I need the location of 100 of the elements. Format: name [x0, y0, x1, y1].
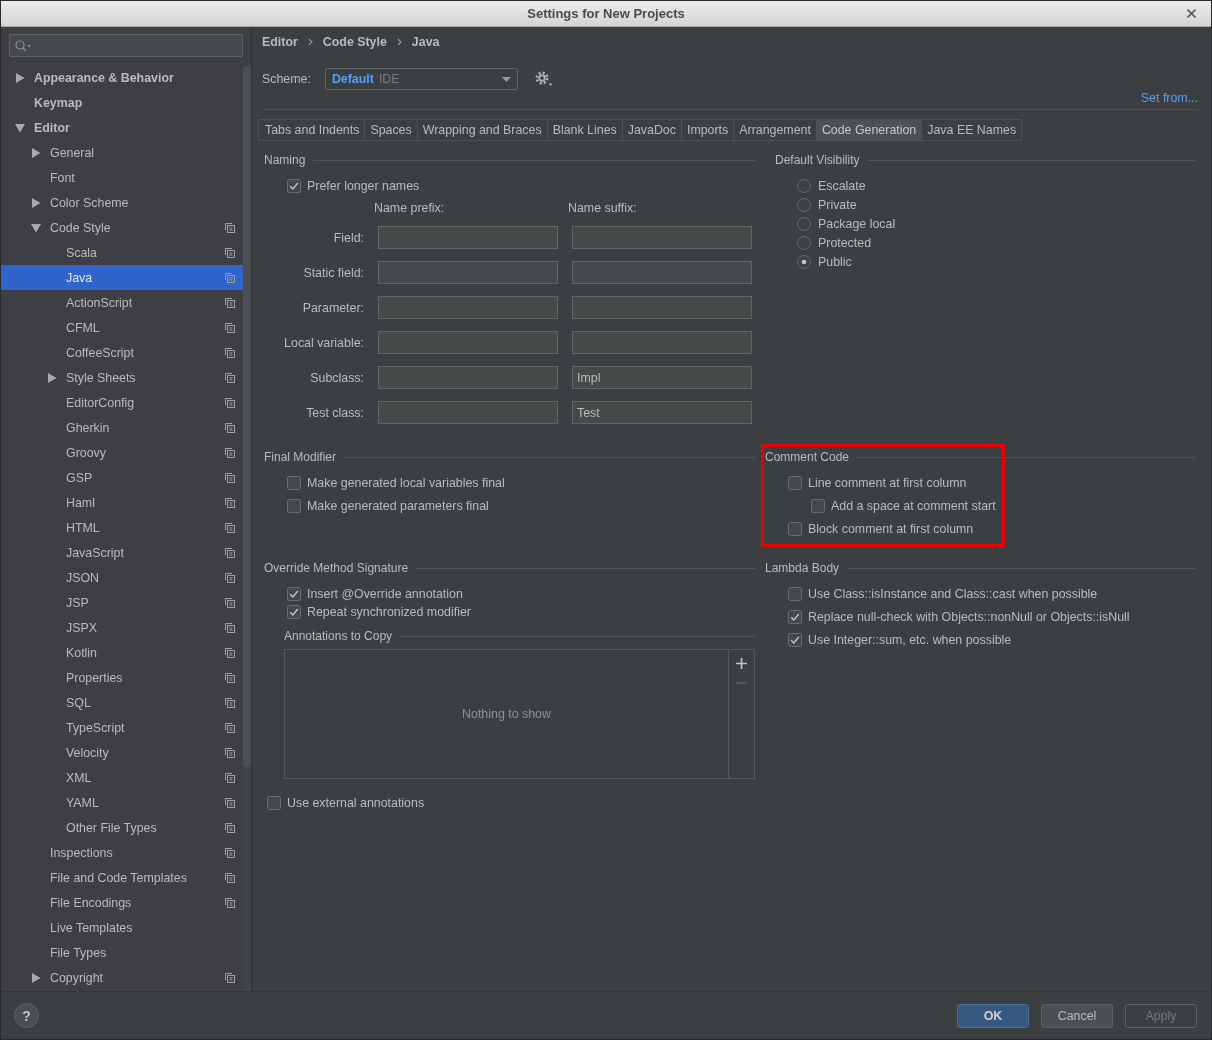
tree-item[interactable]: JavaScript — [1, 540, 243, 565]
checkbox[interactable] — [267, 796, 281, 810]
caret-down-icon[interactable] — [31, 222, 41, 233]
tree-item[interactable]: Scala — [1, 240, 243, 265]
checkbox[interactable] — [788, 522, 802, 536]
tree-item[interactable]: Java — [1, 265, 243, 290]
suffix-field[interactable] — [572, 296, 752, 319]
tab[interactable]: Blank Lines — [547, 119, 623, 141]
plus-icon[interactable] — [736, 658, 747, 669]
tree-item[interactable]: JSON — [1, 565, 243, 590]
tree-item[interactable]: Appearance & Behavior — [1, 65, 243, 90]
tree-item[interactable]: Live Templates — [1, 915, 243, 940]
tab[interactable]: Code Generation — [816, 119, 923, 141]
tree-item[interactable]: Other File Types — [1, 815, 243, 840]
section-title: Annotations to Copy — [284, 629, 393, 643]
dialog-button[interactable]: Cancel — [1041, 1003, 1113, 1028]
settings-icon[interactable] — [534, 71, 553, 87]
suffix-field[interactable] — [572, 331, 752, 354]
help-button[interactable]: ? — [14, 1003, 39, 1028]
suffix-field[interactable] — [572, 261, 752, 284]
tree-item[interactable]: Velocity — [1, 740, 243, 765]
checkbox[interactable] — [788, 476, 802, 490]
tree-item[interactable]: File and Code Templates — [1, 865, 243, 890]
search-field[interactable] — [9, 34, 243, 57]
tree-item[interactable]: TypeScript — [1, 715, 243, 740]
tree-item[interactable]: CoffeeScript — [1, 340, 243, 365]
checkbox[interactable] — [287, 179, 301, 193]
tree-item[interactable]: SQL — [1, 690, 243, 715]
tree-item[interactable]: JSPX — [1, 615, 243, 640]
caret-right-icon[interactable] — [31, 147, 41, 158]
prefix-field[interactable] — [378, 401, 558, 424]
suffix-field[interactable]: Test — [572, 401, 752, 424]
checkbox[interactable] — [287, 587, 301, 601]
tree-item[interactable]: Haml — [1, 490, 243, 515]
tab[interactable]: Java EE Names — [922, 119, 1023, 141]
tree-item[interactable]: Editor — [1, 115, 243, 140]
tree-item[interactable]: Keymap — [1, 90, 243, 115]
tree-item[interactable]: Color Scheme — [1, 190, 243, 215]
prefix-field[interactable] — [378, 366, 558, 389]
tree-item[interactable]: Gherkin — [1, 415, 243, 440]
tree-item[interactable]: Copyright — [1, 965, 243, 990]
suffix-field[interactable]: Impl — [572, 366, 752, 389]
checkbox[interactable] — [287, 476, 301, 490]
tree-item[interactable]: Style Sheets — [1, 365, 243, 390]
dialog-button[interactable]: OK — [957, 1003, 1029, 1028]
tab[interactable]: Arrangement — [734, 119, 817, 141]
tree-item[interactable]: Inspections — [1, 840, 243, 865]
checkbox[interactable] — [811, 499, 825, 513]
caret-right-icon[interactable] — [31, 197, 41, 208]
radio-button[interactable] — [797, 216, 811, 231]
close-icon[interactable] — [1187, 9, 1196, 18]
prefix-field[interactable] — [378, 296, 558, 319]
tree-item[interactable]: XML — [1, 765, 243, 790]
radio-button[interactable] — [797, 235, 811, 250]
tab[interactable]: Wrapping and Braces — [417, 119, 548, 141]
caret-down-icon[interactable] — [15, 122, 25, 133]
checkbox[interactable] — [788, 587, 802, 601]
tab[interactable]: Spaces — [365, 119, 418, 141]
scrollbar-thumb[interactable] — [243, 67, 251, 767]
tree-item[interactable]: Kotlin — [1, 640, 243, 665]
radio-button[interactable] — [797, 254, 811, 269]
checkbox[interactable] — [788, 610, 802, 624]
tree-item[interactable]: HTML — [1, 515, 243, 540]
set-from-link[interactable]: Set from... — [1140, 91, 1198, 105]
tree-item[interactable]: JSP — [1, 590, 243, 615]
caret-right-icon[interactable] — [47, 372, 57, 383]
checkbox-label: Use Integer::sum, etc. when possible — [808, 633, 1012, 647]
tree-item[interactable]: EditorConfig — [1, 390, 243, 415]
radio-button[interactable] — [797, 197, 811, 212]
breadcrumb-item[interactable]: Java — [411, 35, 440, 49]
tree-item[interactable]: Groovy — [1, 440, 243, 465]
tree-item[interactable]: YAML — [1, 790, 243, 815]
radio-button[interactable] — [797, 178, 811, 193]
search-icon — [15, 39, 31, 52]
tab[interactable]: Tabs and Indents — [258, 119, 366, 141]
tab[interactable]: Imports — [681, 119, 735, 141]
tree-item[interactable]: ActionScript — [1, 290, 243, 315]
breadcrumb-item[interactable]: Code Style — [322, 35, 387, 49]
tree-item[interactable]: Code Style — [1, 215, 243, 240]
suffix-field[interactable] — [572, 226, 752, 249]
prefix-field[interactable] — [378, 226, 558, 249]
checkbox[interactable] — [287, 499, 301, 513]
scheme-label: Scheme: — [262, 72, 311, 86]
caret-right-icon[interactable] — [31, 972, 41, 983]
breadcrumb-item[interactable]: Editor — [262, 35, 298, 49]
caret-right-icon[interactable] — [15, 72, 25, 83]
checkbox[interactable] — [788, 633, 802, 647]
tree-item[interactable]: Font — [1, 165, 243, 190]
tab[interactable]: JavaDoc — [622, 119, 682, 141]
prefix-field[interactable] — [378, 331, 558, 354]
scheme-dropdown[interactable]: Default IDE — [324, 68, 518, 90]
tree-item[interactable]: CFML — [1, 315, 243, 340]
prefix-field[interactable] — [378, 261, 558, 284]
scrollbar[interactable] — [243, 65, 251, 991]
tree-item[interactable]: GSP — [1, 465, 243, 490]
tree-item[interactable]: File Types — [1, 940, 243, 965]
checkbox[interactable] — [287, 605, 301, 619]
tree-item[interactable]: Properties — [1, 665, 243, 690]
tree-item[interactable]: File Encodings — [1, 890, 243, 915]
tree-item[interactable]: General — [1, 140, 243, 165]
